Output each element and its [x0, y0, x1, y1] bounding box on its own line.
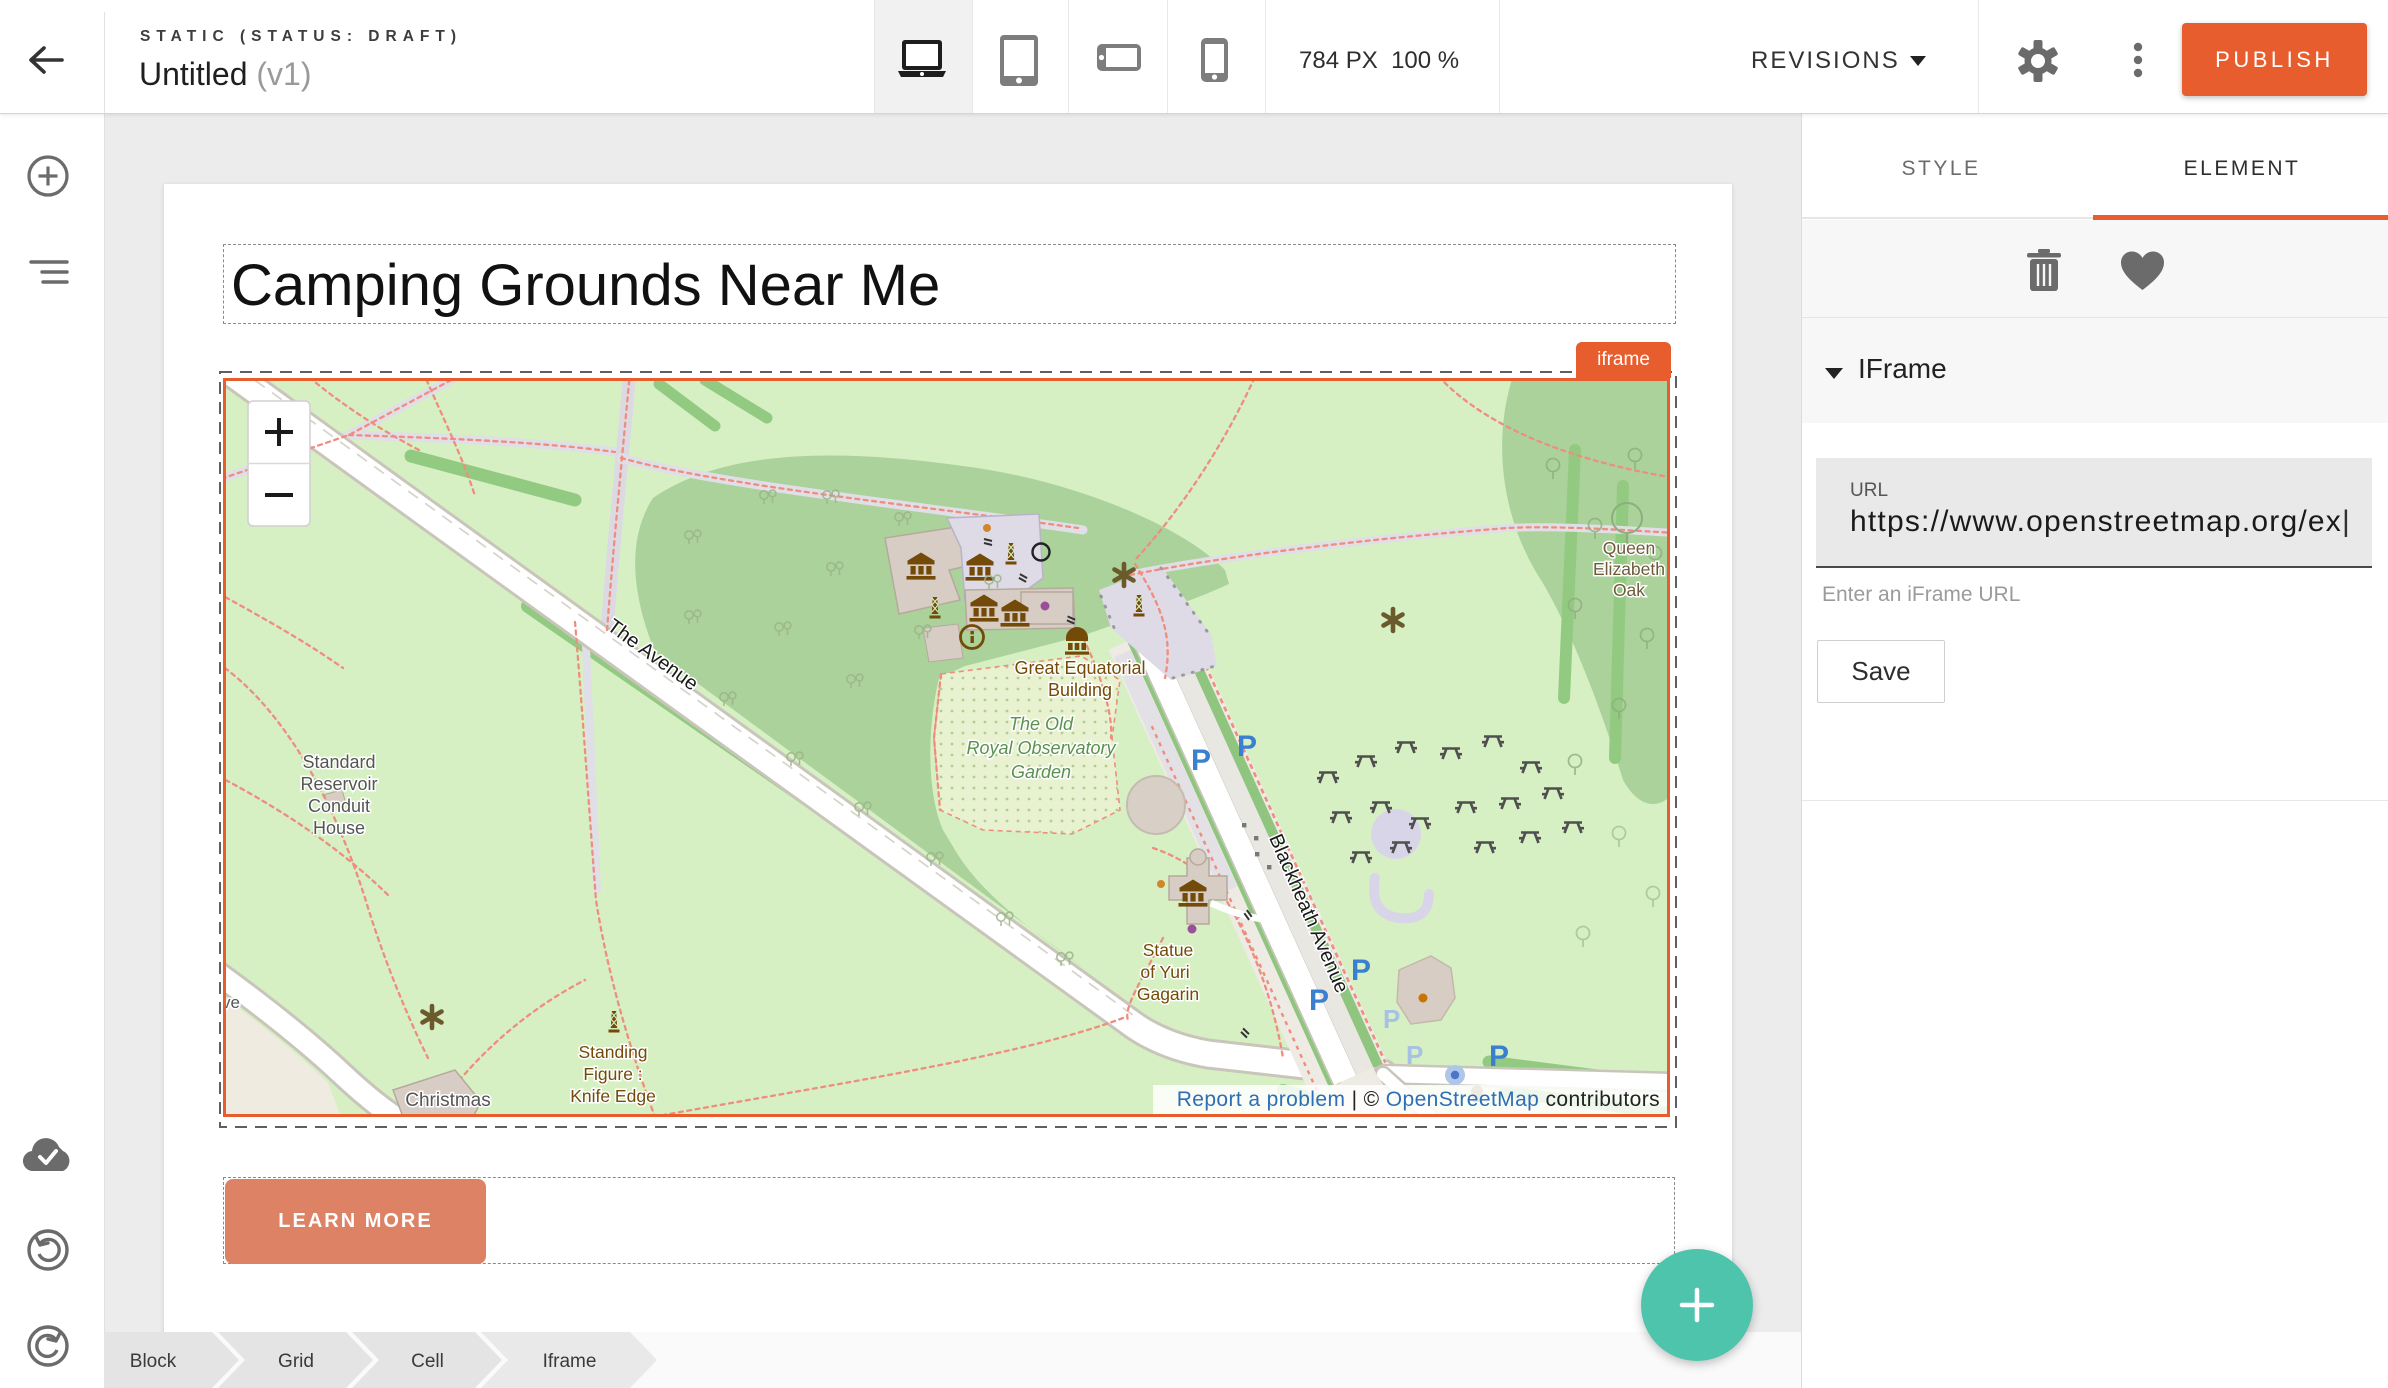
svg-text:Statue: Statue — [1143, 940, 1194, 960]
svg-text:The Old: The Old — [1009, 714, 1074, 734]
svg-text:P: P — [1191, 744, 1211, 777]
svg-text:Great Equatorial: Great Equatorial — [1014, 658, 1145, 678]
svg-text:P: P — [1309, 984, 1329, 1017]
svg-text:House: House — [313, 818, 365, 838]
svg-text:of Yuri: of Yuri — [1140, 962, 1189, 982]
svg-text:Elizabeth: Elizabeth — [1593, 559, 1665, 579]
svg-text:P: P — [1237, 730, 1257, 763]
svg-text:P: P — [1383, 1004, 1400, 1034]
svg-text:P: P — [1489, 1040, 1509, 1073]
svg-text:Standing: Standing — [578, 1042, 647, 1062]
svg-text:Conduit: Conduit — [308, 796, 370, 816]
svg-text:Oak: Oak — [1613, 580, 1645, 600]
svg-text:Standard: Standard — [302, 752, 375, 772]
svg-text:Reservoir: Reservoir — [300, 774, 377, 794]
svg-text:Report a problem | © OpenStree: Report a problem | © OpenStreetMap contr… — [1177, 1088, 1660, 1111]
svg-text:Gagarin: Gagarin — [1137, 984, 1199, 1004]
svg-text:Block: Block — [130, 1351, 177, 1372]
svg-text:Christmas: Christmas — [405, 1090, 491, 1111]
svg-text:P: P — [1351, 954, 1371, 987]
svg-text:Knife Edge: Knife Edge — [570, 1086, 656, 1106]
svg-text:Queen: Queen — [1603, 538, 1656, 558]
svg-text:Cell: Cell — [411, 1351, 444, 1372]
svg-text:Figure :: Figure : — [583, 1064, 642, 1084]
svg-text:Building: Building — [1048, 680, 1112, 700]
svg-text:Royal Observatory: Royal Observatory — [966, 738, 1116, 758]
svg-text:P: P — [1406, 1040, 1423, 1070]
svg-text:Garden: Garden — [1011, 762, 1071, 782]
svg-text:Grid: Grid — [278, 1351, 314, 1372]
svg-text:Iframe: Iframe — [543, 1351, 597, 1372]
